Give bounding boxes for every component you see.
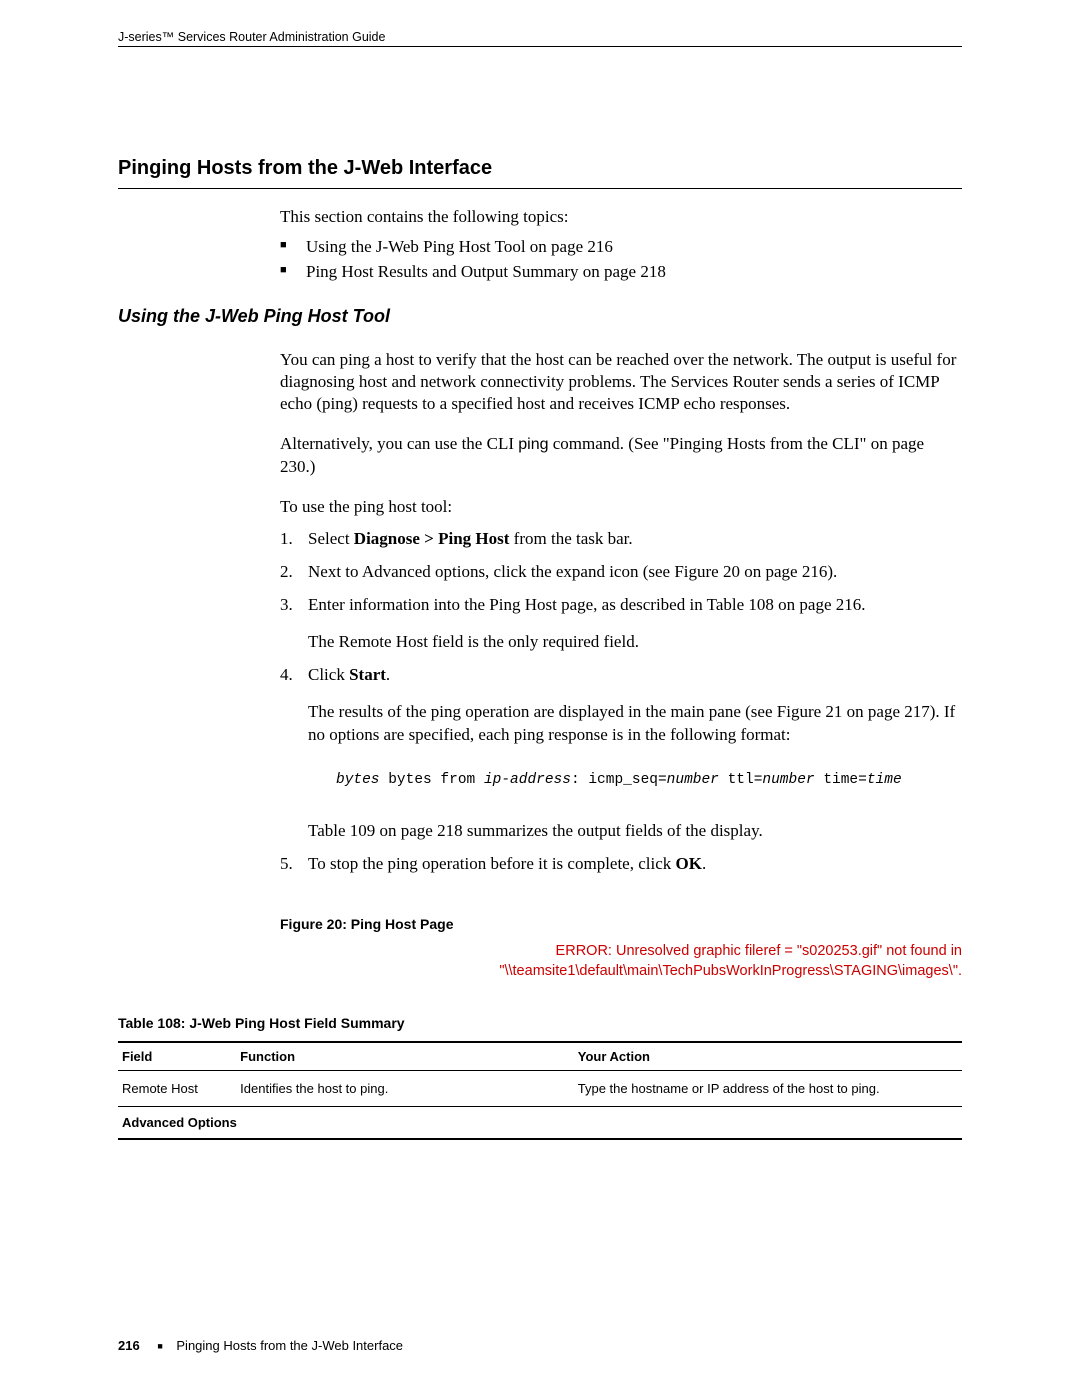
section-intro: This section contains the following topi… xyxy=(280,207,962,227)
body-paragraph: Alternatively, you can use the CLI ping … xyxy=(280,433,962,478)
code-block: bytes bytes from ip-address: icmp_seq=nu… xyxy=(336,771,962,791)
text-run: Enter information into the Ping Host pag… xyxy=(308,595,866,614)
topic-item: Ping Host Results and Output Summary on … xyxy=(280,262,962,282)
section-divider xyxy=(118,188,962,189)
table-row: Remote Host Identifies the host to ping.… xyxy=(118,1071,962,1107)
topic-list: Using the J-Web Ping Host Tool on page 2… xyxy=(280,237,962,282)
footer-title: Pinging Hosts from the J-Web Interface xyxy=(176,1338,403,1353)
text-run: Click xyxy=(308,665,349,684)
text-run: Alternatively, you can use the CLI xyxy=(280,434,518,453)
page-footer: 216 ■ Pinging Hosts from the J-Web Inter… xyxy=(118,1338,962,1353)
error-line: ERROR: Unresolved graphic fileref = "s02… xyxy=(556,943,962,959)
cell-field: Remote Host xyxy=(118,1071,236,1107)
square-bullet-icon: ■ xyxy=(157,1341,162,1351)
text-run: To stop the ping operation before it is … xyxy=(308,854,676,873)
page-number: 216 xyxy=(118,1338,140,1353)
ui-path: Diagnose > Ping Host xyxy=(354,529,510,548)
graphic-error-message: ERROR: Unresolved graphic fileref = "s02… xyxy=(280,942,962,981)
column-header-action: Your Action xyxy=(574,1042,962,1071)
step-note: The results of the ping operation are di… xyxy=(308,701,962,747)
step-item: Next to Advanced options, click the expa… xyxy=(280,561,962,584)
header-divider xyxy=(118,46,962,47)
topic-item: Using the J-Web Ping Host Tool on page 2… xyxy=(280,237,962,257)
step-item: Click Start. The results of the ping ope… xyxy=(280,664,962,843)
code-var: ip-address xyxy=(484,772,571,788)
step-note: The Remote Host field is the only requir… xyxy=(308,631,962,654)
section-heading: Pinging Hosts from the J-Web Interface xyxy=(118,157,962,180)
cell-action: Type the hostname or IP address of the h… xyxy=(574,1071,962,1107)
code-var: bytes xyxy=(336,772,380,788)
text-run: . xyxy=(702,854,706,873)
ui-button-name: Start xyxy=(349,665,386,684)
figure-caption: Figure 20: Ping Host Page xyxy=(280,916,962,932)
subsection-heading: Using the J-Web Ping Host Tool xyxy=(118,306,962,327)
cell-function: Identifies the host to ping. xyxy=(236,1071,574,1107)
code-var: time xyxy=(867,772,902,788)
code-text: ttl= xyxy=(719,772,763,788)
inline-command: ping xyxy=(518,436,548,453)
document-title-header: J-series™ Services Router Administration… xyxy=(118,30,962,44)
cell-section-label: Advanced Options xyxy=(118,1107,962,1140)
column-header-function: Function xyxy=(236,1042,574,1071)
text-run: Select xyxy=(308,529,354,548)
procedure-steps: Select Diagnose > Ping Host from the tas… xyxy=(280,528,962,876)
step-item: Select Diagnose > Ping Host from the tas… xyxy=(280,528,962,551)
step-item: Enter information into the Ping Host pag… xyxy=(280,594,962,654)
table-caption: Table 108: J-Web Ping Host Field Summary xyxy=(118,1015,962,1031)
ui-button-name: OK xyxy=(676,854,702,873)
step-note: Table 109 on page 218 summarizes the out… xyxy=(308,820,962,843)
error-line: "\\teamsite1\default\main\TechPubsWorkIn… xyxy=(499,963,962,979)
body-paragraph: To use the ping host tool: xyxy=(280,496,962,518)
code-text: : icmp_seq= xyxy=(571,772,667,788)
code-var: number xyxy=(762,772,814,788)
text-run: from the task bar. xyxy=(509,529,632,548)
code-text: bytes from xyxy=(380,772,484,788)
body-paragraph: You can ping a host to verify that the h… xyxy=(280,349,962,415)
text-run: . xyxy=(386,665,390,684)
code-text: time= xyxy=(815,772,867,788)
column-header-field: Field xyxy=(118,1042,236,1071)
table-header-row: Field Function Your Action xyxy=(118,1042,962,1071)
code-var: number xyxy=(667,772,719,788)
step-item: To stop the ping operation before it is … xyxy=(280,853,962,876)
field-summary-table: Field Function Your Action Remote Host I… xyxy=(118,1041,962,1140)
table-section-row: Advanced Options xyxy=(118,1107,962,1140)
